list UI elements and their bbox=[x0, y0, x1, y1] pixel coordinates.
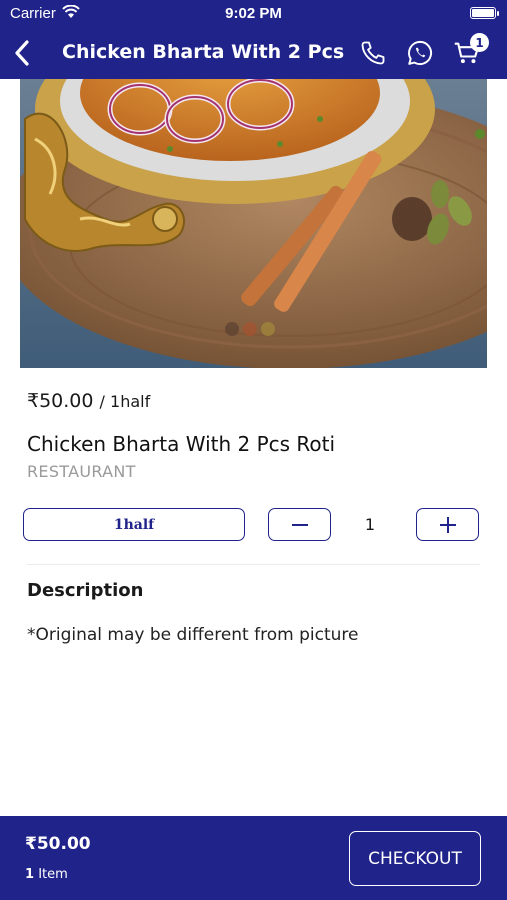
description-text: *Original may be different from picture bbox=[27, 625, 359, 645]
minus-icon bbox=[291, 523, 308, 526]
plus-icon bbox=[439, 516, 456, 533]
battery-tip bbox=[497, 11, 499, 16]
variant-selector[interactable]: 1half bbox=[23, 508, 245, 541]
price: ₹50.00 bbox=[27, 390, 94, 412]
description-heading: Description bbox=[27, 580, 144, 601]
page-title: Chicken Bharta With 2 Pcs ... bbox=[62, 41, 352, 63]
navigation-bar: Chicken Bharta With 2 Pcs ... 1 bbox=[0, 28, 507, 78]
product-name: Chicken Bharta With 2 Pcs Roti bbox=[27, 432, 336, 456]
whatsapp-icon bbox=[408, 40, 433, 66]
price-row: ₹50.00 / 1half bbox=[27, 390, 150, 412]
checkout-button[interactable]: CHECKOUT bbox=[349, 831, 481, 886]
back-button[interactable] bbox=[8, 36, 36, 70]
section-divider bbox=[27, 564, 480, 565]
phone-icon bbox=[361, 41, 385, 65]
product-category: RESTAURANT bbox=[27, 462, 136, 481]
whatsapp-button[interactable] bbox=[403, 36, 437, 70]
cart-count-badge: 1 bbox=[470, 33, 489, 52]
cart-item-count: 1 Item bbox=[25, 867, 68, 882]
app-header: Carrier 9:02 PM Chicken Bharta With 2 Pc… bbox=[0, 0, 507, 79]
back-arrow-icon bbox=[15, 40, 29, 66]
clock: 9:02 PM bbox=[225, 5, 282, 22]
increase-quantity-button[interactable] bbox=[416, 508, 479, 541]
status-bar: Carrier 9:02 PM bbox=[0, 0, 507, 28]
cart-total: ₹50.00 bbox=[25, 834, 91, 854]
food-photo bbox=[20, 79, 487, 368]
battery-icon bbox=[470, 7, 496, 19]
item-count-label: Item bbox=[38, 867, 68, 882]
decrease-quantity-button[interactable] bbox=[268, 508, 331, 541]
item-count-number: 1 bbox=[25, 867, 35, 882]
product-image bbox=[20, 79, 487, 368]
call-button[interactable] bbox=[356, 36, 390, 70]
quantity-value: 1 bbox=[364, 515, 376, 534]
price-unit: / 1half bbox=[99, 392, 151, 411]
checkout-bar: ₹50.00 1 Item CHECKOUT bbox=[0, 816, 507, 900]
